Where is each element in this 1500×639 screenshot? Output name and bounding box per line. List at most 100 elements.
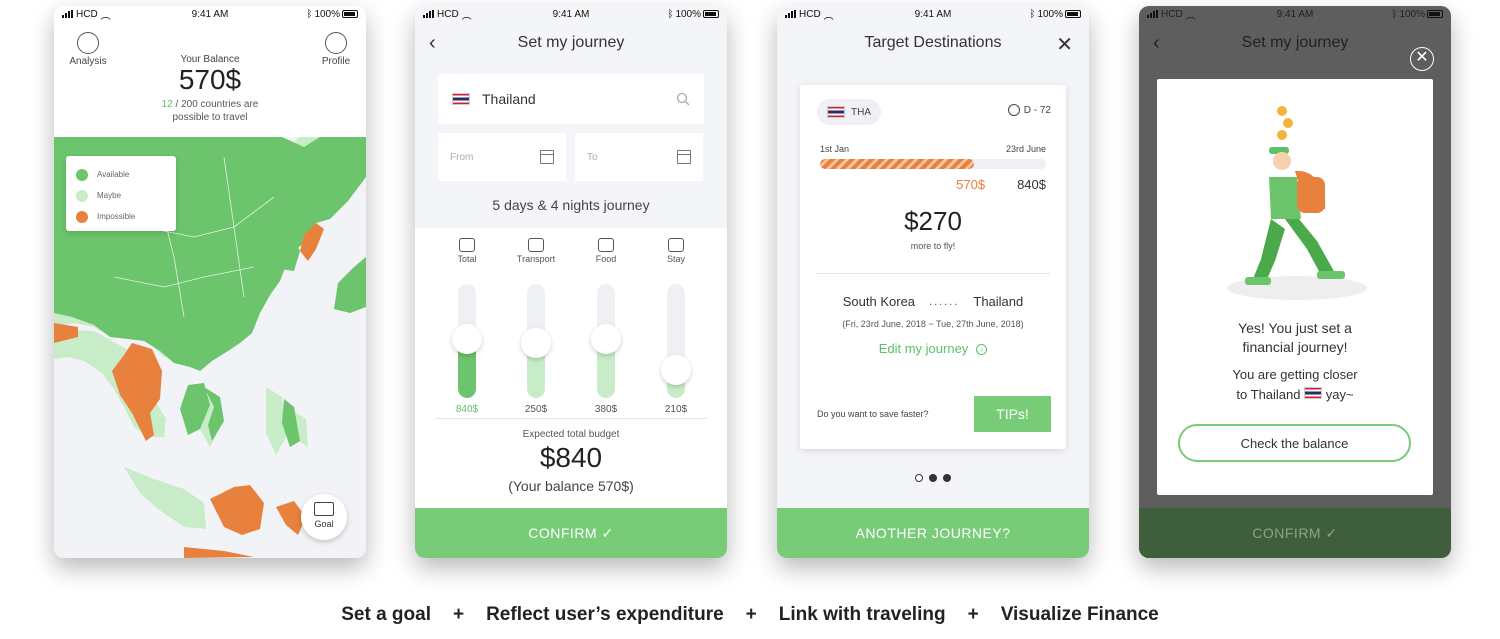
clock-time: 9:41 AM — [914, 8, 952, 20]
back-icon[interactable]: ‹ — [1153, 32, 1160, 55]
category-label: Food — [595, 254, 617, 264]
back-icon[interactable]: ‹ — [429, 32, 436, 55]
clock-time: 9:41 AM — [552, 8, 590, 20]
countries-total: / 200 countries are — [172, 99, 259, 110]
battery-percent: 100% — [1037, 8, 1064, 20]
page-title: Set my journey — [1241, 34, 1349, 51]
journey-duration: 5 days & 4 nights journey — [492, 197, 650, 213]
route-dots: ...... — [929, 295, 960, 308]
close-icon[interactable]: ✕ — [1410, 47, 1434, 71]
divider — [816, 273, 1050, 274]
page-title: Set my journey — [517, 34, 625, 51]
page-title: Target Destinations — [864, 34, 1002, 51]
flag-thailand-icon — [1304, 387, 1323, 399]
battery-icon — [342, 10, 359, 18]
showcase: HCD ︵ 9:41 AM ᛒ 100% Analysis Your Balan… — [0, 0, 1500, 639]
signal-icon — [1147, 10, 1158, 18]
battery-percent: 100% — [1399, 8, 1426, 20]
slider-knob[interactable] — [452, 323, 482, 354]
page-indicator[interactable] — [777, 474, 1089, 482]
country-code: THA — [851, 106, 871, 118]
countries-info: 12 / 200 countries are possible to trave… — [54, 98, 366, 124]
wifi-icon: ︵ — [461, 10, 472, 22]
check-balance-button[interactable]: Check the balance — [1178, 424, 1411, 462]
remaining-amount: $270 — [904, 206, 962, 236]
category-amount: 380$ — [594, 404, 618, 415]
flag-thailand-icon — [452, 93, 470, 105]
battery-percent: 100% — [314, 8, 341, 20]
bluetooth-icon: ᛒ — [306, 8, 313, 20]
budget-column-transport: Transport 250$ — [506, 238, 566, 415]
map-legend: Available Maybe Impossible — [66, 156, 176, 231]
chevron-right-icon: › — [976, 344, 988, 356]
from-date-field[interactable]: From — [438, 133, 566, 181]
success-message: You are getting closer to Thailand yay~ — [1157, 365, 1433, 405]
expected-budget-value: $840 — [539, 442, 603, 473]
category-amount: 210$ — [664, 404, 688, 415]
profile-button[interactable]: Profile — [316, 32, 356, 67]
traveler-illustration — [1227, 106, 1367, 300]
piggy-bank-icon — [459, 238, 475, 252]
food-icon — [598, 238, 614, 252]
carrier-label: HCD — [437, 8, 459, 20]
slider-knob[interactable] — [521, 328, 551, 359]
phone-map-screen: HCD ︵ 9:41 AM ᛒ 100% Analysis Your Balan… — [54, 6, 366, 558]
coin-icon — [1283, 118, 1293, 128]
success-modal: Yes! You just set a financial journey! Y… — [1157, 79, 1433, 495]
status-bar: HCD ︵ 9:41 AM ᛒ 100% — [54, 6, 366, 22]
budget-column-total: Total 840$ — [437, 238, 497, 415]
caption-reflect-expenditure: Reflect user’s expenditure — [486, 604, 724, 625]
coin-icon — [1277, 130, 1287, 140]
calendar-icon — [540, 150, 554, 164]
another-journey-button[interactable]: ANOTHER JOURNEY? — [777, 508, 1089, 558]
carrier-label: HCD — [1161, 8, 1183, 20]
carrier-label: HCD — [799, 8, 821, 20]
slider-knob[interactable] — [661, 354, 691, 385]
tips-button[interactable]: TIPs! — [974, 396, 1051, 432]
bluetooth-icon: ᛒ — [1029, 8, 1036, 20]
page-dot[interactable] — [915, 474, 923, 482]
legend-item: Maybe — [76, 185, 166, 206]
caption-set-goal: Set a goal — [341, 604, 431, 625]
phone-set-journey: HCD ︵ 9:41 AM ᛒ 100% ‹ Set my journey Thai… — [415, 6, 727, 558]
target-savings: 840$ — [1017, 177, 1046, 192]
status-bar: HCD ︵ 9:41 AM ᛒ 100% — [1139, 6, 1451, 22]
nav-bar: ‹ Set my journey — [1139, 22, 1451, 64]
to-country: Thailand — [973, 294, 1024, 309]
save-faster-question: Do you want to save faster? — [817, 409, 929, 419]
profile-icon — [325, 32, 347, 54]
battery-icon — [1427, 10, 1444, 18]
saving-period: 1st Jan 23rd June — [820, 144, 1046, 154]
battery-icon — [1065, 10, 1082, 18]
countries-caption: possible to travel — [172, 112, 248, 123]
clock-icon — [1007, 104, 1020, 116]
nav-bar: Target Destinations ✕ — [777, 22, 1089, 64]
to-date-field[interactable]: To — [575, 133, 703, 181]
caption-link-traveling: Link with traveling — [778, 604, 946, 625]
page-dot[interactable] — [943, 474, 951, 482]
legend-dot-maybe — [76, 189, 88, 202]
confirm-button[interactable]: CONFIRM ✓ — [415, 508, 727, 558]
status-bar: HCD ︵ 9:41 AM ᛒ 100% — [415, 6, 727, 22]
destination-search-input[interactable]: Thailand — [438, 74, 704, 124]
success-line-1: Yes! You just set a — [1238, 320, 1352, 336]
page-dot[interactable] — [929, 474, 937, 482]
start-date: 1st Jan — [820, 144, 850, 154]
goal-button[interactable]: Goal — [301, 494, 347, 540]
plus-separator: + — [967, 604, 979, 625]
balance-value: 570$ — [178, 64, 242, 95]
slider-knob[interactable] — [591, 323, 621, 354]
close-icon[interactable]: ✕ — [1056, 32, 1073, 57]
phone-target-destinations: HCD ︵ 9:41 AM ᛒ 100% Target Destinations ✕… — [777, 6, 1089, 558]
legend-item: Available — [76, 164, 166, 185]
edit-journey-link[interactable]: Edit my journey › — [800, 341, 1066, 356]
route: South Korea ...... Thailand — [800, 294, 1066, 309]
profile-label: Profile — [321, 56, 351, 67]
destination-card: THA D - 72 1st Jan 23rd June 570$ 840$ $… — [800, 85, 1066, 449]
goal-icon — [314, 502, 334, 516]
category-label: Total — [457, 254, 477, 264]
dday-value: D - 72 — [1023, 104, 1051, 116]
confirm-button[interactable]: CONFIRM ✓ — [1139, 508, 1451, 558]
edit-label: Edit my journey — [878, 341, 969, 356]
coin-icon — [1277, 106, 1287, 116]
